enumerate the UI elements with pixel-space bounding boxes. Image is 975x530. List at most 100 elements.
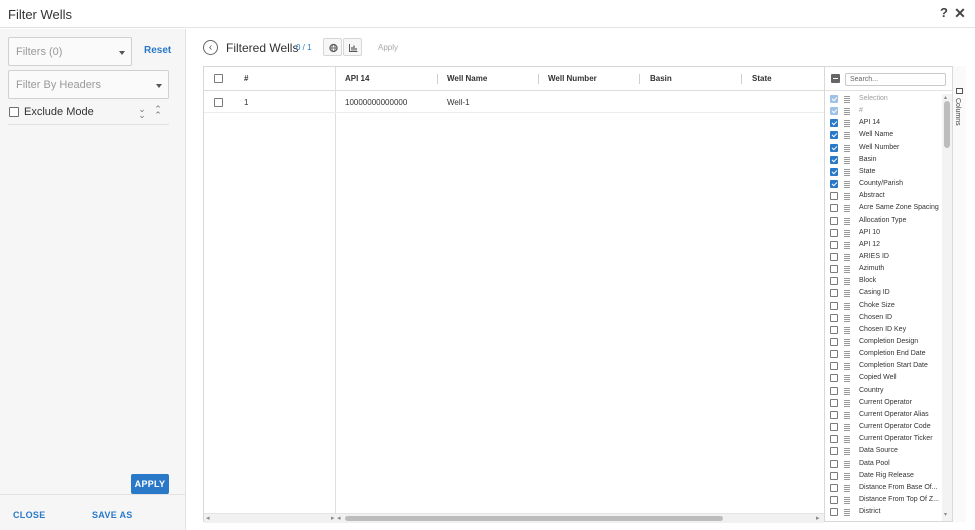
column-toggle-item[interactable]: Chosen ID Key [825, 325, 942, 337]
drag-handle-icon[interactable] [844, 326, 850, 334]
drag-handle-icon[interactable] [844, 119, 850, 128]
horizontal-scroll-thumb[interactable] [345, 516, 723, 521]
reset-button[interactable]: Reset [144, 45, 171, 56]
column-visibility-checkbox[interactable] [830, 386, 838, 395]
column-visibility-checkbox[interactable] [830, 265, 838, 274]
row-checkbox[interactable] [214, 98, 223, 107]
map-view-button[interactable] [323, 38, 342, 56]
table-row[interactable]: 1 10000000000000 Well-1 [204, 92, 824, 113]
drag-handle-icon[interactable] [844, 265, 850, 274]
drag-handle-icon[interactable] [844, 180, 850, 189]
column-visibility-checkbox[interactable] [830, 398, 838, 407]
column-toggle-item[interactable]: Date Rig Release [825, 471, 942, 483]
drag-handle-icon[interactable] [844, 435, 850, 444]
toggle-all-columns-checkbox[interactable] [831, 74, 840, 83]
column-toggle-item[interactable]: Chosen ID [825, 313, 942, 325]
column-header-well-name[interactable]: Well Name [447, 74, 487, 83]
exclude-mode-checkbox[interactable] [9, 107, 19, 117]
column-visibility-checkbox[interactable] [830, 435, 838, 444]
drag-handle-icon[interactable] [844, 107, 850, 116]
column-toggle-item[interactable]: Basin [825, 155, 942, 167]
column-visibility-checkbox[interactable] [830, 131, 838, 140]
column-toggle-item[interactable]: County/Parish [825, 179, 942, 191]
column-visibility-checkbox[interactable] [830, 107, 838, 116]
horizontal-scrollbar[interactable]: ◂ ▸ ◂ ▸ [204, 513, 824, 523]
apply-button[interactable]: APPLY [131, 474, 169, 494]
column-toggle-item[interactable]: Current Operator Alias [825, 410, 942, 422]
scroll-right-icon[interactable]: ▸ [331, 514, 335, 523]
vertical-scrollbar[interactable]: ▴ ▾ [942, 94, 952, 521]
column-resize-handle[interactable] [639, 74, 640, 84]
column-visibility-checkbox[interactable] [830, 447, 838, 456]
drag-handle-icon[interactable] [844, 374, 850, 383]
columns-side-tab[interactable]: Columns [952, 66, 966, 522]
column-visibility-checkbox[interactable] [830, 423, 838, 432]
expand-all-icon[interactable]: ⌄ ⌄ [137, 105, 147, 120]
drag-handle-icon[interactable] [844, 472, 850, 480]
column-toggle-item[interactable]: Current Operator [825, 398, 942, 410]
column-toggle-item[interactable]: API 14 [825, 118, 942, 130]
column-visibility-checkbox[interactable] [830, 216, 838, 225]
column-visibility-checkbox[interactable] [830, 459, 838, 468]
column-toggle-item[interactable]: Choke Size [825, 301, 942, 313]
drag-handle-icon[interactable] [844, 217, 850, 225]
drag-handle-icon[interactable] [844, 204, 850, 213]
column-visibility-checkbox[interactable] [830, 277, 838, 286]
select-all-checkbox[interactable] [214, 74, 223, 83]
column-visibility-checkbox[interactable] [830, 289, 838, 298]
column-toggle-item[interactable]: Country [825, 386, 942, 398]
column-resize-handle[interactable] [437, 74, 438, 84]
drag-handle-icon[interactable] [844, 508, 850, 517]
column-toggle-item[interactable]: Completion Design [825, 337, 942, 349]
drag-handle-icon[interactable] [844, 156, 850, 164]
column-visibility-checkbox[interactable] [830, 228, 838, 237]
column-header-well-number[interactable]: Well Number [548, 74, 597, 83]
drag-handle-icon[interactable] [844, 229, 850, 237]
column-toggle-item[interactable]: API 10 [825, 228, 942, 240]
apply-link[interactable]: Apply [378, 43, 398, 52]
column-toggle-item[interactable]: Azimuth [825, 264, 942, 276]
column-toggle-item[interactable]: State [825, 167, 942, 179]
column-toggle-item[interactable]: Data Pool [825, 459, 942, 471]
columns-search-input[interactable]: Search... [845, 73, 946, 86]
column-visibility-checkbox[interactable] [830, 495, 838, 504]
scroll-down-icon[interactable]: ▾ [944, 511, 947, 518]
drag-handle-icon[interactable] [844, 95, 850, 103]
filters-select[interactable]: Filters (0) [8, 37, 132, 66]
column-header-basin[interactable]: Basin [650, 74, 672, 83]
column-toggle-item[interactable]: Selection [825, 94, 942, 106]
column-toggle-item[interactable]: API 12 [825, 240, 942, 252]
vertical-scroll-thumb[interactable] [944, 101, 950, 148]
scroll-up-icon[interactable]: ▴ [944, 94, 947, 101]
drag-handle-icon[interactable] [844, 289, 850, 298]
column-visibility-checkbox[interactable] [830, 338, 838, 346]
scroll-left-icon[interactable]: ◂ [337, 514, 341, 523]
column-visibility-checkbox[interactable] [830, 204, 838, 213]
drag-handle-icon[interactable] [844, 496, 850, 504]
drag-handle-icon[interactable] [844, 362, 850, 371]
save-as-button[interactable]: SAVE AS [92, 510, 133, 520]
column-visibility-checkbox[interactable] [830, 240, 838, 249]
column-toggle-item[interactable]: Distance From Base Of... [825, 483, 942, 495]
column-header-state[interactable]: State [752, 74, 772, 83]
column-toggle-item[interactable]: Copied Well [825, 373, 942, 385]
column-visibility-checkbox[interactable] [830, 143, 838, 152]
scroll-right-icon[interactable]: ▸ [816, 514, 820, 523]
drag-handle-icon[interactable] [844, 399, 850, 407]
drag-handle-icon[interactable] [844, 253, 850, 261]
column-toggle-item[interactable]: Casing ID [825, 288, 942, 300]
drag-handle-icon[interactable] [844, 460, 850, 468]
column-visibility-checkbox[interactable] [830, 483, 838, 492]
column-toggle-item[interactable]: Well Number [825, 143, 942, 155]
back-icon[interactable]: ‹ [203, 40, 218, 55]
column-toggle-item[interactable]: District [825, 507, 942, 519]
column-toggle-item[interactable]: Acre Same Zone Spacing [825, 203, 942, 215]
drag-handle-icon[interactable] [844, 277, 850, 286]
drag-handle-icon[interactable] [844, 411, 850, 419]
column-toggle-item[interactable]: Well Name [825, 130, 942, 142]
column-visibility-checkbox[interactable] [830, 252, 838, 261]
column-visibility-checkbox[interactable] [830, 180, 838, 189]
column-visibility-checkbox[interactable] [830, 95, 838, 103]
column-header-num[interactable]: # [244, 74, 248, 83]
column-toggle-item[interactable]: Current Operator Code [825, 422, 942, 434]
